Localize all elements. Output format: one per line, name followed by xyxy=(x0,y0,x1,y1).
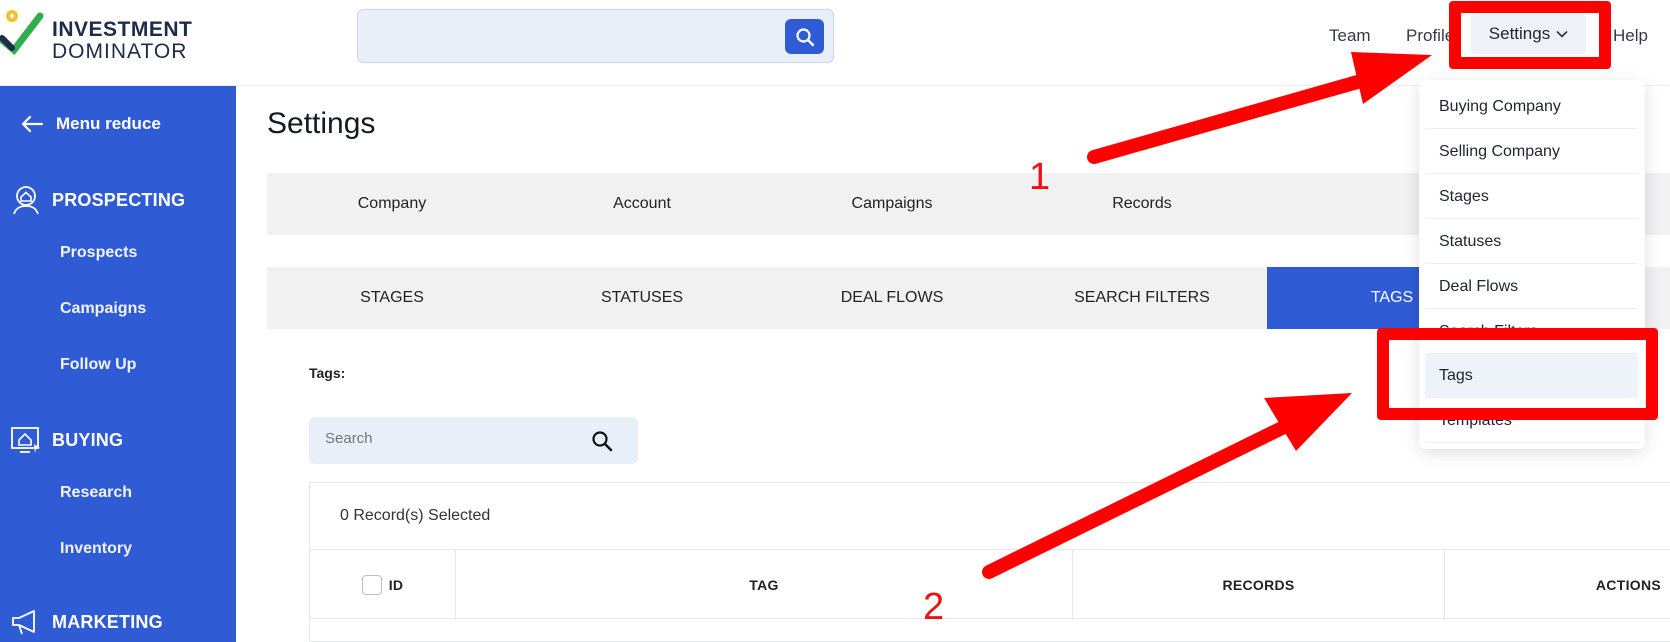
sidebar: Menu reduce PROSPECTING Prospects Campai… xyxy=(0,86,236,642)
sidebar-section-prospecting-label: PROSPECTING xyxy=(52,189,186,210)
dropdown-item-selling-company[interactable]: Selling Company xyxy=(1425,130,1638,174)
sidebar-section-buying[interactable]: BUYING xyxy=(10,424,123,456)
logo-mark-icon xyxy=(0,10,44,56)
annotation-box-settings xyxy=(1449,1,1611,69)
dropdown-item-statuses[interactable]: Statuses xyxy=(1425,220,1638,264)
sidebar-item-campaigns[interactable]: Campaigns xyxy=(60,300,146,318)
annotation-box-tags xyxy=(1377,328,1658,420)
sidebar-item-inventory[interactable]: Inventory xyxy=(60,540,132,558)
global-search-input[interactable] xyxy=(357,9,834,63)
subtab-deal-flows[interactable]: DEAL FLOWS xyxy=(767,267,1017,329)
subtab-statuses[interactable]: STATUSES xyxy=(517,267,767,329)
brand-line2: DOMINATOR xyxy=(52,40,188,63)
tab-campaigns[interactable]: Campaigns xyxy=(767,173,1017,235)
menu-reduce-label: Menu reduce xyxy=(56,114,161,133)
search-icon xyxy=(795,27,814,46)
top-header: INVESTMENT DOMINATOR Team Profile Settin… xyxy=(0,0,1670,86)
tab-company[interactable]: Company xyxy=(267,173,517,235)
nav-team[interactable]: Team xyxy=(1329,26,1371,46)
column-header-actions: ACTIONS xyxy=(1595,577,1661,593)
tags-search-input[interactable] xyxy=(325,430,565,447)
tab-records[interactable]: Records xyxy=(1017,173,1267,235)
nav-help[interactable]: Help xyxy=(1613,26,1648,46)
annotation-label-2: 2 xyxy=(923,586,945,628)
prospecting-icon xyxy=(13,186,39,215)
column-header-tag[interactable]: TAG xyxy=(456,550,1073,620)
select-all-checkbox[interactable] xyxy=(361,575,382,595)
sidebar-item-prospects[interactable]: Prospects xyxy=(60,244,137,262)
buying-icon xyxy=(11,427,40,453)
subtab-stages[interactable]: STAGES xyxy=(267,267,517,329)
tags-section-label: Tags: xyxy=(309,365,346,381)
dropdown-item-deal-flows[interactable]: Deal Flows xyxy=(1425,265,1638,309)
column-header-records[interactable]: RECORDS xyxy=(1073,550,1445,620)
table-header: ID TAG RECORDS ACTIONS xyxy=(310,549,1670,620)
page-title: Settings xyxy=(267,107,376,140)
search-icon[interactable] xyxy=(591,430,613,452)
arrow-left-icon xyxy=(21,115,44,133)
sidebar-section-marketing-label: MARKETING xyxy=(52,611,163,632)
column-header-id: ID xyxy=(310,550,456,620)
global-search-button[interactable] xyxy=(785,19,824,54)
tab-account[interactable]: Account xyxy=(517,173,767,235)
column-header-id-label: ID xyxy=(388,577,404,593)
subtab-search-filters[interactable]: SEARCH FILTERS xyxy=(1017,267,1267,329)
sidebar-item-follow-up[interactable]: Follow Up xyxy=(60,356,136,374)
sidebar-section-marketing[interactable]: MARKETING xyxy=(10,608,163,636)
dropdown-item-buying-company[interactable]: Buying Company xyxy=(1425,85,1638,129)
sidebar-section-buying-label: BUYING xyxy=(52,429,124,450)
sidebar-item-research[interactable]: Research xyxy=(60,484,132,502)
menu-reduce-button[interactable]: Menu reduce xyxy=(20,114,161,134)
tags-table: 0 Record(s) Selected ID TAG RECORDS ACTI… xyxy=(309,482,1670,642)
nav-profile[interactable]: Profile xyxy=(1406,26,1454,46)
selected-count: 0 Record(s) Selected xyxy=(340,507,491,524)
brand-line1: INVESTMENT xyxy=(52,18,193,41)
sidebar-section-prospecting[interactable]: PROSPECTING xyxy=(10,184,185,216)
dropdown-item-stages[interactable]: Stages xyxy=(1425,175,1638,219)
brand-logo[interactable]: INVESTMENT DOMINATOR xyxy=(0,8,200,63)
megaphone-icon xyxy=(12,610,35,635)
tags-search-box xyxy=(309,417,638,464)
annotation-label-1: 1 xyxy=(1029,156,1051,198)
